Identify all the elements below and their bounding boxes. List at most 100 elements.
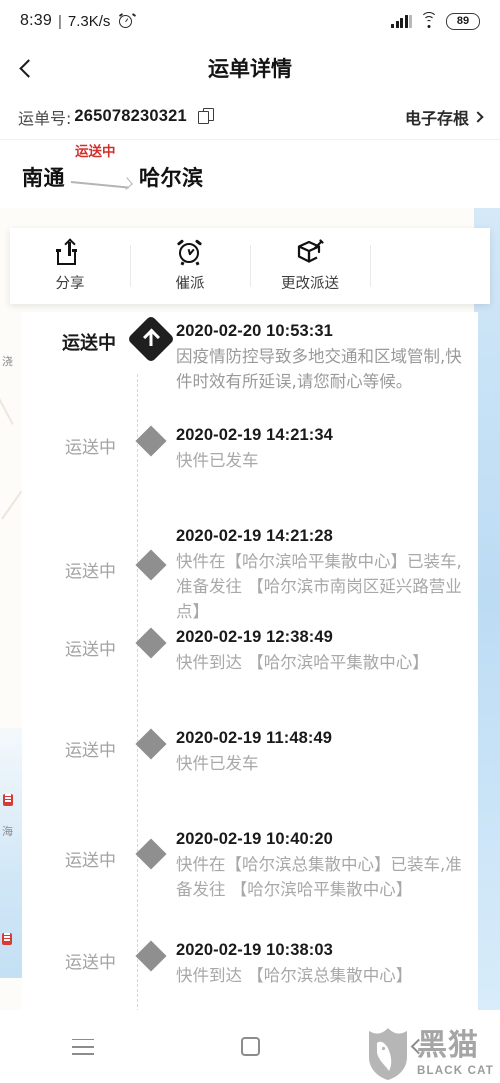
- map-road: [0, 388, 14, 425]
- title-bar: 运单详情: [0, 42, 500, 94]
- timeline-item[interactable]: 运送中 2020-02-19 11:48:49 快件已发车: [22, 719, 478, 820]
- timeline-item[interactable]: 运送中 2020-02-20 10:53:31 因疫情防控导致多地交通和区域管制…: [22, 312, 478, 416]
- timeline-item-text: 因疫情防控导致多地交通和区域管制,快件时效有所延误,请您耐心等候。: [176, 346, 462, 391]
- electronic-stub-link[interactable]: 电子存根: [404, 105, 484, 129]
- tracking-timeline[interactable]: 运送中 2020-02-20 10:53:31 因疫情防控导致多地交通和区域管制…: [22, 312, 478, 1022]
- chevron-left-icon: [18, 58, 38, 78]
- arrow-up-diamond-icon: [126, 314, 176, 364]
- status-bar: 8:39 | 7.3K/s 89: [0, 0, 500, 42]
- page-title: 运单详情: [208, 57, 292, 81]
- watermark-en-label: BLACK CAT: [416, 1065, 494, 1077]
- battery-indicator: 89: [446, 12, 480, 30]
- package-edit-icon: [296, 239, 324, 265]
- map-road: [1, 490, 23, 520]
- electronic-stub-label: 电子存根: [404, 108, 469, 128]
- urge-delivery-button-label: 催派: [175, 276, 205, 292]
- timeline-item-marker: [130, 719, 172, 820]
- status-bar-right: 89: [391, 12, 480, 30]
- diamond-icon: [135, 627, 167, 659]
- timeline-item-marker: [126, 312, 176, 416]
- route-origin: 南通: [22, 166, 65, 190]
- action-bar: 分享 催派 更改派送: [10, 228, 490, 304]
- timeline-item-text: 快件到达 【哈尔滨哈平集散中心】: [176, 652, 429, 672]
- map-poi-marker[interactable]: [2, 933, 12, 945]
- timeline-item-time: 2020-02-19 10:38:03: [176, 941, 333, 959]
- timeline-item-time: 2020-02-19 14:21:28: [176, 527, 333, 545]
- timeline-item[interactable]: 运送中 2020-02-19 12:38:49 快件到达 【哈尔滨哈平集散中心】: [22, 618, 478, 719]
- timeline-item-time: 2020-02-19 12:38:49: [176, 628, 333, 646]
- recents-button[interactable]: [0, 1038, 167, 1055]
- route-inner: 南通 运送中 哈尔滨: [22, 144, 204, 192]
- timeline-item-body: 2020-02-19 10:40:20 快件在【哈尔滨总集散中心】已装车,准备发…: [172, 820, 478, 931]
- copy-icon[interactable]: [197, 108, 214, 125]
- timeline-item-time: 2020-02-20 10:53:31: [176, 322, 333, 340]
- watermark-text: 黑猫 BLACK CAT: [416, 1028, 494, 1078]
- back-button[interactable]: [0, 42, 56, 94]
- timeline-item-status: 运送中: [65, 741, 116, 761]
- urge-delivery-button[interactable]: 催派: [130, 228, 250, 304]
- timeline-item-body: 2020-02-19 10:38:03 快件到达 【哈尔滨总集散中心】: [172, 931, 478, 1022]
- timeline-item-marker: [130, 416, 172, 517]
- timeline-item[interactable]: 运送中 2020-02-19 14:21:34 快件已发车: [22, 416, 478, 517]
- watermark: 黑猫 BLACK CAT: [365, 1027, 494, 1081]
- timeline-item-status: 运送中: [65, 562, 116, 582]
- timeline-item-marker: [130, 618, 172, 719]
- timeline-item-text: 快件到达 【哈尔滨总集散中心】: [176, 965, 413, 985]
- wifi-icon: [420, 12, 438, 28]
- timeline-item-status: 运送中: [62, 333, 116, 354]
- signal-bars-icon: [391, 14, 412, 28]
- timeline-item-time: 2020-02-19 14:21:34: [176, 426, 333, 444]
- timeline-item[interactable]: 运送中 2020-02-19 10:40:20 快件在【哈尔滨总集散中心】已装车…: [22, 820, 478, 931]
- change-delivery-button[interactable]: 更改派送: [250, 228, 370, 304]
- timeline-item-text: 快件已发车: [176, 753, 259, 773]
- diamond-icon: [135, 728, 167, 760]
- timeline-item-body: 2020-02-19 12:38:49 快件到达 【哈尔滨哈平集散中心】: [172, 618, 478, 719]
- timeline-item-status: 运送中: [65, 640, 116, 660]
- timeline-item-time: 2020-02-19 11:48:49: [176, 729, 333, 747]
- route-block: 南通 运送中 哈尔滨: [0, 140, 500, 208]
- network-speed: 7.3K/s: [67, 12, 111, 30]
- timeline-item-text: 快件已发车: [176, 450, 259, 470]
- timeline-item-text: 快件在【哈尔滨总集散中心】已装车,准备发往 【哈尔滨哈平集散中心】: [176, 854, 462, 899]
- black-cat-shield-icon: [365, 1027, 411, 1081]
- timeline-item-status: 运送中: [65, 953, 116, 973]
- action-bar-empty-slot: [370, 228, 490, 304]
- waybill-label: 运单号:: [18, 108, 72, 128]
- timeline-item-body: 2020-02-20 10:53:31 因疫情防控导致多地交通和区域管制,快件时…: [172, 312, 478, 416]
- battery-level-label: 89: [456, 15, 470, 27]
- map-label: 海: [2, 825, 13, 838]
- route-status-badge: 运送中: [75, 144, 116, 160]
- timeline-item-body: 2020-02-19 11:48:49 快件已发车: [172, 719, 478, 820]
- timeline-item-body: 2020-02-19 14:21:34 快件已发车: [172, 416, 478, 517]
- timeline-item-status: 运送中: [65, 438, 116, 458]
- alarm-clock-icon: [118, 12, 137, 29]
- status-clock: 8:39: [20, 12, 52, 29]
- share-button-label: 分享: [55, 276, 85, 292]
- share-icon: [56, 238, 83, 265]
- status-bar-left: 8:39 | 7.3K/s: [20, 12, 137, 30]
- timeline-item[interactable]: 运送中 2020-02-19 10:38:03 快件到达 【哈尔滨总集散中心】: [22, 931, 478, 1022]
- timeline-item-time: 2020-02-19 10:40:20: [176, 830, 333, 848]
- waybill-row: 运单号: 265078230321 电子存根: [0, 94, 500, 140]
- alarm-clock-icon: [176, 239, 203, 266]
- diamond-icon: [135, 940, 167, 972]
- change-delivery-button-label: 更改派送: [281, 276, 339, 292]
- chevron-right-icon: [472, 110, 484, 123]
- watermark-cn-label: 黑猫: [416, 1028, 479, 1063]
- timeline-item-status: 运送中: [65, 851, 116, 871]
- home-button[interactable]: [167, 1037, 334, 1056]
- diamond-icon: [135, 549, 167, 581]
- timeline-item[interactable]: 运送中 2020-02-19 14:21:28 快件在【哈尔滨哈平集散中心】已装…: [22, 517, 478, 621]
- map-label: 浇: [2, 355, 13, 368]
- map-poi-marker[interactable]: [3, 794, 13, 806]
- status-separator: |: [57, 12, 62, 30]
- route-destination: 哈尔滨: [139, 166, 204, 190]
- home-square-icon: [240, 1037, 260, 1056]
- waybill-number: 265078230321: [74, 107, 187, 125]
- timeline-item-marker: [130, 931, 172, 1022]
- share-button[interactable]: 分享: [10, 228, 130, 304]
- diamond-icon: [135, 425, 167, 457]
- menu-icon: [72, 1038, 95, 1055]
- arrow-right-icon: 运送中: [70, 144, 133, 190]
- timeline-item-marker: [130, 517, 172, 618]
